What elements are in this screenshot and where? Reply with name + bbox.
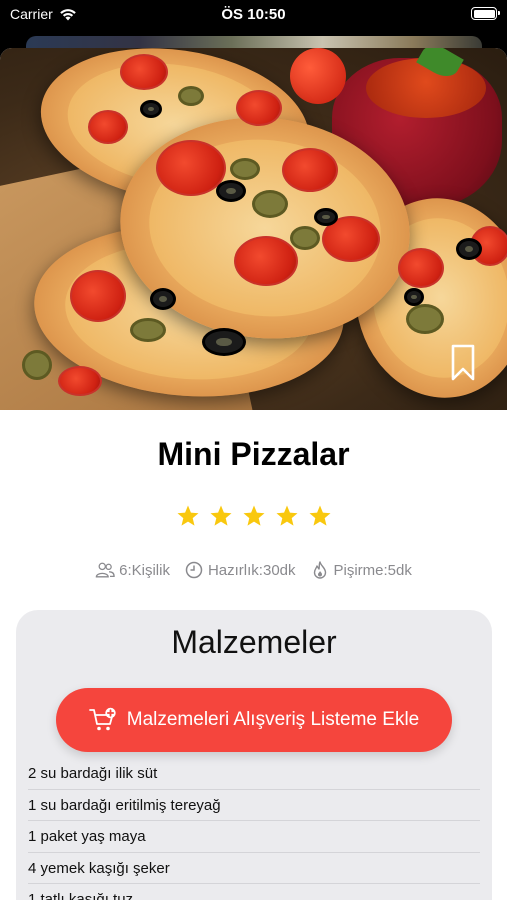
ingredient-list: 2 su bardağı ilik süt 1 su bardağı eriti… xyxy=(28,758,480,900)
people-icon xyxy=(95,562,115,578)
photo-topping xyxy=(252,190,288,218)
ingredient-item: 1 su bardağı eritilmiş tereyağ xyxy=(28,790,480,822)
photo-topping xyxy=(236,90,282,126)
prep-time-info: Hazırlık:30dk xyxy=(184,561,296,579)
add-to-shopping-list-label: Malzemeleri Alışveriş Listeme Ekle xyxy=(126,709,420,730)
photo-topping xyxy=(120,54,168,90)
star-icon xyxy=(276,505,297,526)
star-icon xyxy=(210,505,231,526)
servings-info: 6:Kişilik xyxy=(95,561,170,579)
cart-add-icon xyxy=(88,707,116,731)
bookmark-icon[interactable] xyxy=(451,344,475,382)
photo-topping xyxy=(22,350,52,380)
photo-topping xyxy=(282,148,338,192)
photo-topping xyxy=(314,208,338,226)
add-to-shopping-list-button[interactable]: Malzemeleri Alışveriş Listeme Ekle xyxy=(56,688,452,752)
ingredient-item: 4 yemek kaşığı şeker xyxy=(28,853,480,885)
photo-topping xyxy=(130,318,166,342)
photo-topping xyxy=(230,158,260,180)
photo-topping xyxy=(140,100,162,118)
cook-time-label: Pişirme:5dk xyxy=(333,561,412,579)
battery-icon xyxy=(471,7,500,20)
ingredients-heading: Malzemeler xyxy=(171,624,337,660)
photo-topping xyxy=(178,86,204,106)
prep-time-label: Hazırlık:30dk xyxy=(207,561,296,579)
star-icon xyxy=(177,505,198,526)
photo-topping xyxy=(216,180,246,202)
star-icon xyxy=(243,505,264,526)
ingredients-card: Malzemeler Malzemeleri Alışveriş Listeme… xyxy=(16,610,492,900)
photo-topping xyxy=(70,270,126,322)
recipe-sheet: Mini Pizzalar 6:Kişilik Hazırlık:30dk Pi… xyxy=(0,48,507,900)
photo-topping xyxy=(58,366,102,396)
cook-time-info: Pişirme:5dk xyxy=(310,561,412,579)
clock-icon xyxy=(185,561,203,579)
photo-tomato xyxy=(290,48,346,104)
photo-topping xyxy=(234,236,298,286)
star-icon xyxy=(309,505,330,526)
ingredient-item: 1 paket yaş maya xyxy=(28,821,480,853)
recipe-photo xyxy=(0,48,507,410)
photo-topping xyxy=(404,288,424,306)
photo-topping xyxy=(202,328,246,356)
photo-topping xyxy=(150,288,176,310)
status-bar: Carrier ÖS 10:50 xyxy=(0,0,507,30)
photo-topping xyxy=(406,304,444,334)
photo-topping xyxy=(398,248,444,288)
recipe-title: Mini Pizzalar xyxy=(157,436,350,472)
ingredient-item: 2 su bardağı ilik süt xyxy=(28,758,480,790)
photo-topping xyxy=(290,226,320,250)
servings-label: 6:Kişilik xyxy=(119,561,170,579)
photo-topping xyxy=(456,238,482,260)
photo-topping xyxy=(88,110,128,144)
flame-icon xyxy=(313,561,326,579)
status-time: ÖS 10:50 xyxy=(221,6,286,23)
recipe-meta: 6:Kişilik Hazırlık:30dk Pişirme:5dk xyxy=(0,561,507,579)
ingredient-item: 1 tatlı kaşığı tuz xyxy=(28,884,480,900)
rating-stars xyxy=(0,504,507,528)
